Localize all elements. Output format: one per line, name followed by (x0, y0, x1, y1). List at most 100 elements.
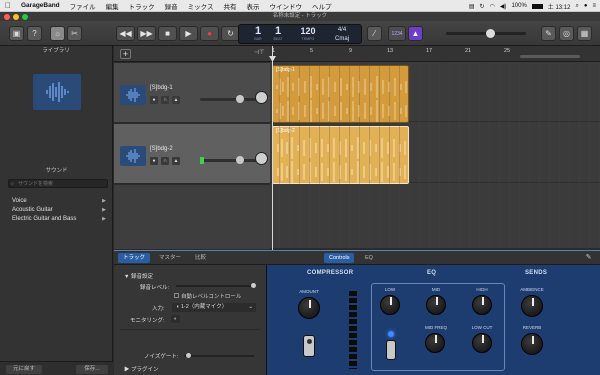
recording-level-knob[interactable] (251, 283, 256, 288)
eq-enable-led[interactable] (388, 331, 394, 337)
minimize-window-button[interactable] (13, 13, 19, 20)
eq-mid-knob[interactable] (426, 295, 446, 315)
tab-compare[interactable]: 比較 (190, 253, 211, 263)
smart-controls-button[interactable]: ☼ (50, 26, 65, 41)
auto-level-checkbox[interactable]: 自動レベルコントロール (174, 292, 241, 300)
monitoring-button[interactable]: ◐ (171, 315, 180, 323)
lock-icon[interactable]: ▲ (172, 96, 180, 104)
help-button[interactable]: ? (27, 26, 42, 41)
compressor-toggle[interactable] (303, 335, 315, 357)
close-window-button[interactable] (4, 13, 10, 20)
amount-knob[interactable] (298, 297, 320, 319)
recording-settings-disclosure[interactable]: ▼ 録音設定 (124, 272, 153, 280)
stop-icon: ■ (165, 29, 170, 38)
master-volume-knob[interactable] (486, 29, 495, 38)
editors-button[interactable]: ✂ (67, 26, 82, 41)
track-name[interactable]: [S]bdg-2 (150, 146, 173, 152)
menu-window[interactable]: ウインドウ (264, 1, 307, 11)
loop-browser-button[interactable]: ◎ (559, 26, 574, 41)
library-item-electric-guitar-bass[interactable]: Electric Guitar and Bass ▶ (12, 216, 110, 222)
plugins-disclosure[interactable]: ▶ プラグイン (124, 365, 159, 373)
cycle-region[interactable] (520, 55, 580, 58)
library-item-acoustic-guitar[interactable]: Acoustic Guitar ▶ (12, 207, 110, 213)
tab-track[interactable]: トラック (118, 253, 151, 263)
recording-level-slider[interactable] (176, 283, 256, 288)
clock[interactable]: 土 13:12 (548, 2, 571, 11)
wifi-icon[interactable]: ◠ (490, 3, 495, 10)
forward-button[interactable]: ▶▶ (137, 26, 156, 41)
eq-low-cut-knob[interactable] (472, 333, 492, 353)
track-volume-knob[interactable] (236, 156, 244, 164)
tab-controls[interactable]: Controls (324, 253, 355, 263)
lcd-display[interactable]: 1 BAR 1 BEAT 120 TEMPO 4/4 Cmaj (238, 24, 362, 44)
playhead[interactable] (269, 46, 276, 250)
track-header-1[interactable]: [S]bdg-1 ● ∩ ▲ (114, 63, 270, 123)
track-volume-slider[interactable] (200, 95, 258, 103)
noise-gate-knob[interactable] (186, 353, 191, 358)
record-button[interactable]: ● (200, 26, 219, 41)
sound-search-input[interactable]: ⌕ サウンドを検索 (8, 179, 108, 188)
audio-region[interactable]: [S]bdg-1 (272, 65, 409, 123)
search-icon[interactable]: ⌕ (575, 3, 578, 10)
media-browser-button[interactable]: ▦ (577, 26, 592, 41)
pan-knob[interactable] (255, 91, 268, 104)
menu-track[interactable]: トラック (124, 1, 160, 11)
edit-pencil-icon[interactable]: ✎ (583, 253, 594, 263)
revert-button[interactable]: 元に戻す (6, 365, 42, 374)
tab-eq[interactable]: EQ (360, 253, 378, 263)
go-to-start-button[interactable]: ■ (158, 26, 177, 41)
user-icon[interactable]: ● (584, 3, 588, 9)
record-enable-icon[interactable]: ● (150, 157, 158, 165)
pan-knob[interactable] (255, 152, 268, 165)
volume-icon[interactable]: ◀) (500, 3, 507, 10)
track-header-2[interactable]: [S]bdg-2 ● ∩ ▲ (114, 124, 270, 184)
ambience-knob[interactable] (521, 295, 543, 317)
menu-view[interactable]: 表示 (241, 1, 264, 11)
headphones-icon[interactable]: ∩ (161, 96, 169, 104)
eq-mid-freq-knob[interactable] (425, 333, 445, 353)
lock-icon[interactable]: ▲ (172, 157, 180, 165)
play-button[interactable]: ▶ (179, 26, 198, 41)
menu-file[interactable]: ファイル (65, 1, 101, 11)
apple-menu-icon[interactable]:  (0, 1, 16, 10)
menu-mix[interactable]: ミックス (183, 1, 219, 11)
record-enable-icon[interactable]: ● (150, 96, 158, 104)
eq-toggle[interactable] (386, 340, 396, 360)
tuner-button[interactable]: ⁄ (367, 26, 382, 41)
menu-list-icon[interactable]: ≡ (592, 3, 596, 9)
tab-master[interactable]: マスター (154, 253, 186, 263)
eq-high-knob[interactable] (472, 295, 492, 315)
noise-gate-slider[interactable] (184, 353, 254, 358)
count-in-button[interactable]: 1234 (388, 26, 406, 41)
library-item-voice[interactable]: Voice ▶ (12, 198, 110, 204)
zoom-window-button[interactable] (22, 13, 28, 20)
menu-edit[interactable]: 編集 (101, 1, 124, 11)
master-volume-slider[interactable] (446, 29, 526, 38)
audio-region[interactable]: [S]bdg-2 (272, 126, 409, 184)
battery-icon[interactable] (531, 3, 543, 9)
battery-percent[interactable]: 100% (511, 3, 526, 9)
menu-app[interactable]: GarageBand (16, 2, 65, 9)
metronome-button[interactable]: ▲ (408, 26, 423, 41)
menu-help[interactable]: ヘルプ (307, 1, 337, 11)
track-volume-slider[interactable] (200, 156, 258, 164)
menu-record[interactable]: 録音 (160, 1, 183, 11)
catch-playhead-button[interactable]: ⊣⊤ (254, 49, 266, 59)
track-volume-knob[interactable] (236, 95, 244, 103)
control-center-icon[interactable]: ▤ (469, 3, 475, 10)
track-name[interactable]: [S]bdg-1 (150, 85, 173, 91)
add-track-button[interactable]: + (120, 49, 131, 59)
headphones-icon[interactable]: ∩ (161, 157, 169, 165)
reverb-knob[interactable] (521, 333, 543, 355)
eq-low-knob[interactable] (380, 295, 400, 315)
plugin-panel: COMPRESSOR EQ SENDS AMOUNT LOW MID HIGH … (266, 265, 600, 375)
library-button[interactable]: ▣ (9, 26, 24, 41)
input-select[interactable]: ◖ 1-2（内蔵マイク） ⌄ (172, 303, 256, 312)
save-button[interactable]: 保存... (76, 365, 108, 374)
menu-share[interactable]: 共有 (218, 1, 241, 11)
tracks-area[interactable]: [S]bdg-1 [S]bdg-2 (270, 62, 600, 248)
notepad-button[interactable]: ✎ (541, 26, 556, 41)
rewind-button[interactable]: ◀◀ (116, 26, 135, 41)
ruler[interactable]: 1 5 9 13 17 21 25 (270, 46, 600, 62)
sync-icon[interactable]: ↻ (480, 3, 485, 10)
